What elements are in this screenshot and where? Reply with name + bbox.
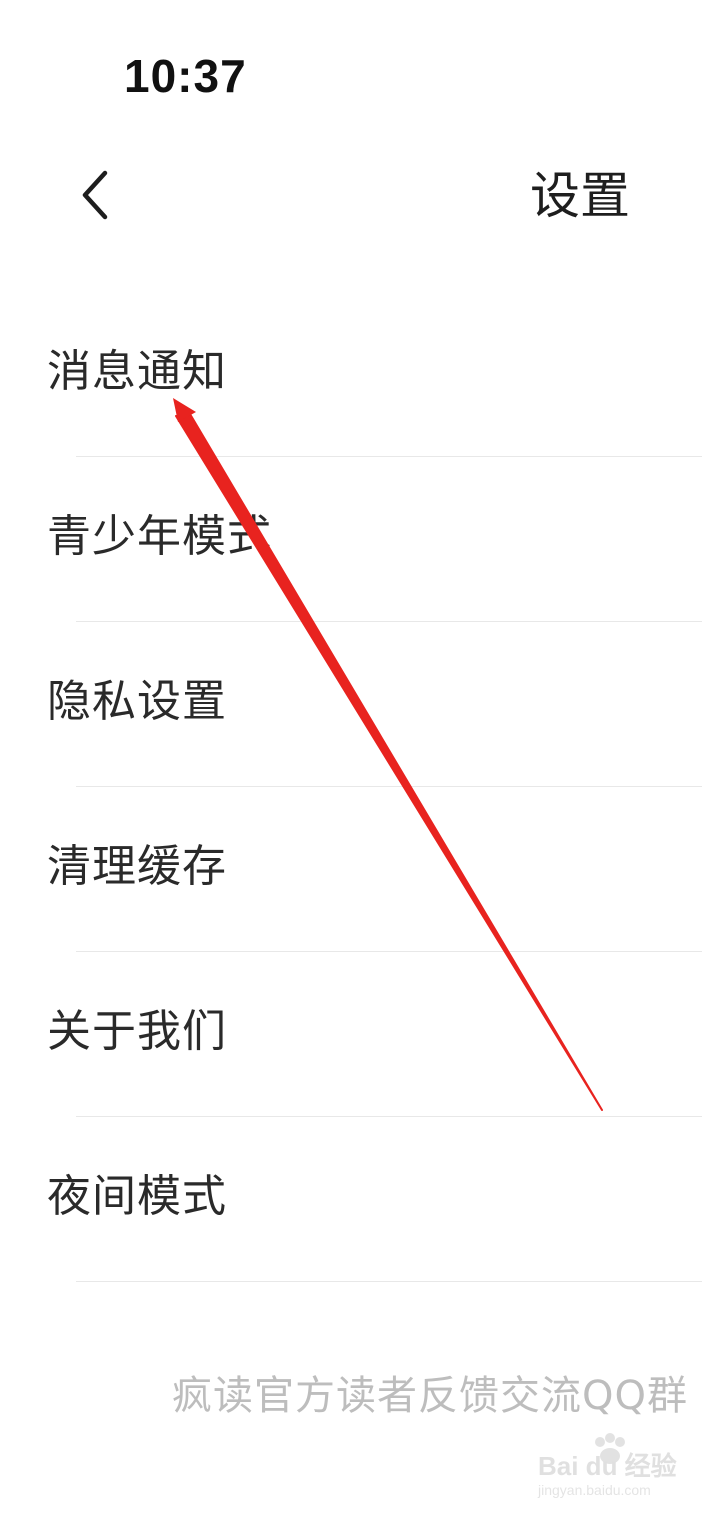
menu-item-night-mode[interactable]: 夜间模式	[0, 1117, 702, 1282]
menu-item-about-us[interactable]: 关于我们	[0, 952, 702, 1117]
navigation-bar: 设置	[0, 150, 702, 250]
menu-item-teen-mode[interactable]: 青少年模式	[0, 457, 702, 622]
menu-item-notifications[interactable]: 消息通知	[0, 292, 702, 457]
menu-item-privacy-settings[interactable]: 隐私设置	[0, 622, 702, 787]
menu-item-label: 青少年模式	[47, 511, 272, 562]
chevron-left-icon	[82, 170, 108, 220]
menu-item-label: 消息通知	[47, 346, 227, 397]
menu-item-label: 隐私设置	[47, 676, 227, 727]
menu-item-label: 清理缓存	[47, 841, 227, 892]
page-title: 设置	[530, 167, 630, 225]
feedback-group-link[interactable]: 疯读官方读者反馈交流QQ群	[172, 1368, 688, 1424]
divider	[76, 1281, 702, 1282]
watermark: Bai du 经验 jingyan.baidu.com	[530, 1433, 680, 1510]
menu-item-clear-cache[interactable]: 清理缓存	[0, 787, 702, 952]
menu-item-label: 关于我们	[47, 1006, 227, 1057]
status-bar-time: 10:37	[124, 50, 247, 102]
back-button[interactable]	[60, 160, 130, 230]
settings-menu-list: 消息通知 青少年模式 隐私设置 清理缓存 关于我们 夜间模式	[0, 292, 702, 1282]
watermark-url: jingyan.baidu.com	[538, 1482, 651, 1498]
watermark-brand: Bai du 经验	[538, 1451, 677, 1481]
menu-item-label: 夜间模式	[47, 1171, 227, 1222]
settings-screen: 10:37 设置 消息通知 青少年模式 隐私设置 清理缓存 关于我们 夜间模式 …	[0, 0, 702, 1519]
